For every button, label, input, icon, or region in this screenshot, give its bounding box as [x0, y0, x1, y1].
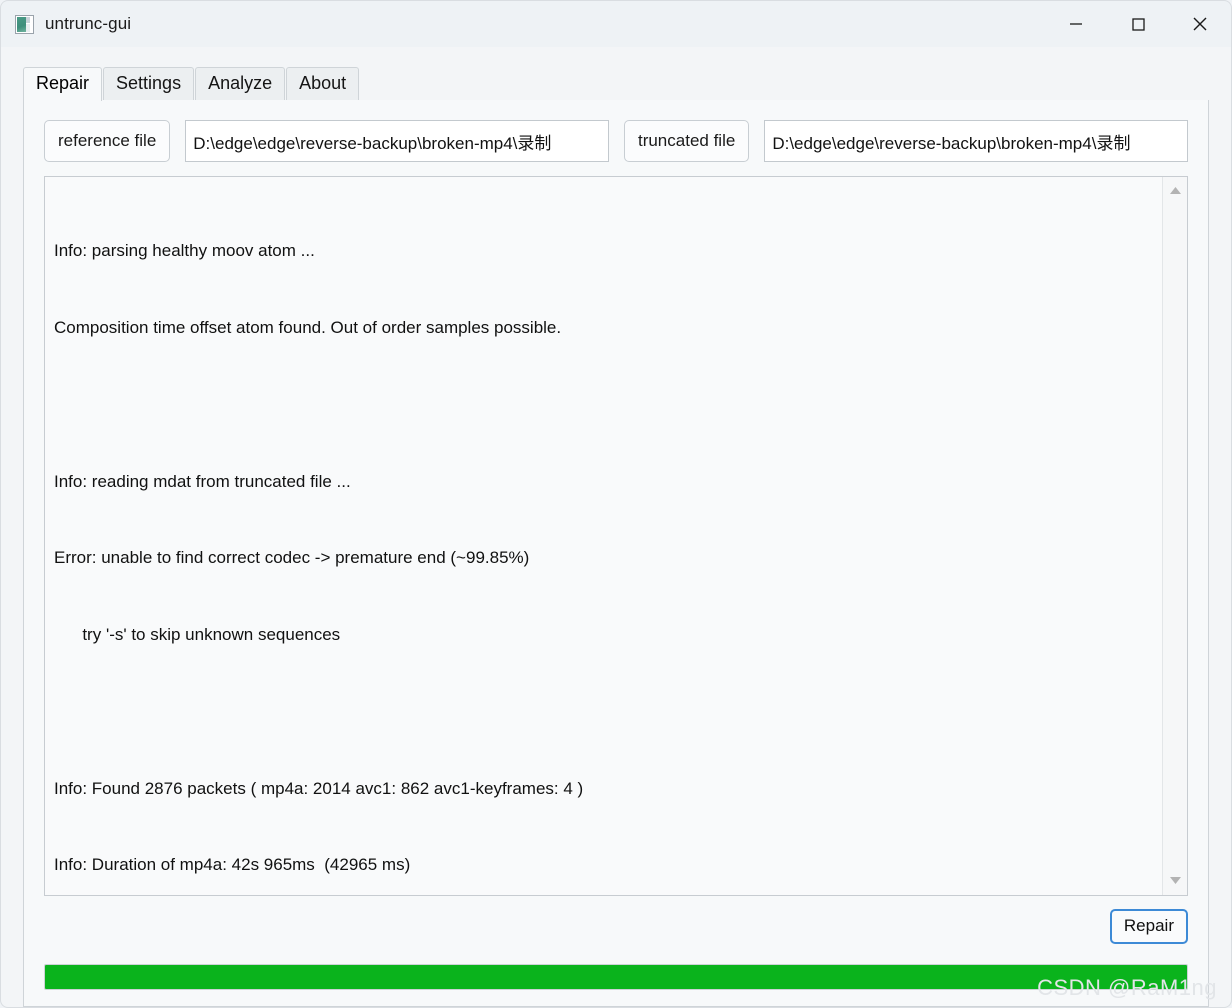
scroll-down-button[interactable] — [1163, 870, 1188, 892]
log-output-panel: Info: parsing healthy moov atom ... Comp… — [44, 176, 1188, 896]
reference-file-button[interactable]: reference file — [44, 120, 171, 162]
tab-bar: Repair Settings Analyze About — [1, 47, 1231, 101]
title-bar: untrunc-gui — [0, 0, 1232, 47]
log-line: Info: parsing healthy moov atom ... — [54, 241, 315, 261]
log-line: Error: unable to find correct codec -> p… — [54, 548, 530, 568]
reference-file-button-label: reference file — [58, 131, 157, 150]
truncated-file-input[interactable]: D:\edge\edge\reverse-backup\broken-mp4\录… — [764, 120, 1188, 162]
log-scrollbar[interactable] — [1162, 177, 1187, 895]
log-line: Info: Found 2876 packets ( mp4a: 2014 av… — [54, 778, 584, 798]
log-line: Info: reading mdat from truncated file .… — [54, 471, 351, 491]
title-bar-left: untrunc-gui — [1, 14, 131, 34]
scroll-down-icon — [1169, 872, 1182, 890]
tab-about[interactable]: About — [286, 67, 360, 100]
repair-button[interactable]: Repair — [1109, 909, 1188, 944]
file-selection-row: reference file D:\edge\edge\reverse-back… — [44, 120, 1188, 162]
tab-about-label: About — [299, 73, 347, 93]
reference-file-input[interactable]: D:\edge\edge\reverse-backup\broken-mp4\录… — [185, 120, 609, 162]
app-window: untrunc-gui Repair Settings Analyze Abou… — [0, 0, 1232, 1008]
tab-repair-label: Repair — [36, 73, 90, 93]
log-line: Info: Duration of mp4a: 42s 965ms (42965… — [54, 855, 411, 875]
log-line: Composition time offset atom found. Out … — [54, 317, 562, 337]
tab-analyze-label: Analyze — [208, 73, 273, 93]
window-controls — [1045, 1, 1231, 47]
scrollbar-track[interactable] — [1163, 202, 1187, 870]
repair-button-label: Repair — [1123, 916, 1174, 935]
window-body: Repair Settings Analyze About reference … — [0, 47, 1232, 1008]
tab-settings[interactable]: Settings — [103, 67, 195, 100]
log-output-text[interactable]: Info: parsing healthy moov atom ... Comp… — [45, 177, 1162, 895]
maximize-icon — [1129, 15, 1147, 33]
tab-analyze[interactable]: Analyze — [195, 67, 286, 100]
window-title: untrunc-gui — [45, 14, 132, 33]
tab-repair[interactable]: Repair — [23, 67, 103, 101]
scroll-up-button[interactable] — [1163, 180, 1188, 202]
app-thumbnail-icon — [15, 14, 34, 34]
progress-bar — [44, 964, 1188, 990]
action-row: Repair — [44, 896, 1188, 950]
truncated-file-button[interactable]: truncated file — [623, 120, 750, 162]
truncated-file-button-label: truncated file — [637, 131, 736, 150]
repair-tab-panel: reference file D:\edge\edge\reverse-back… — [23, 100, 1209, 1007]
maximize-button[interactable] — [1107, 1, 1169, 47]
log-line: try '-s' to skip unknown sequences — [54, 625, 341, 645]
close-icon — [1190, 14, 1210, 34]
progress-bar-fill — [45, 965, 1187, 989]
close-button[interactable] — [1169, 1, 1231, 47]
minimize-icon — [1067, 15, 1085, 33]
minimize-button[interactable] — [1045, 1, 1107, 47]
scroll-up-icon — [1169, 182, 1182, 200]
tab-settings-label: Settings — [116, 73, 182, 93]
